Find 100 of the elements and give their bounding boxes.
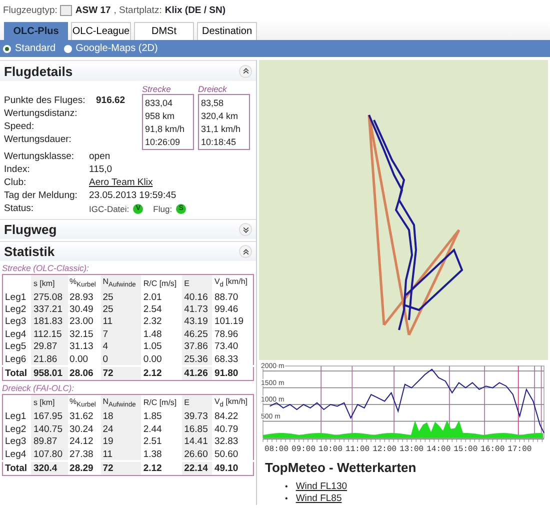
- column-heading: Dreieck: [198, 84, 227, 94]
- table-cell: 101.19: [212, 316, 254, 328]
- axis-label: 15:00: [454, 445, 478, 454]
- section-title: TopMeteo - Wetterkarten: [265, 460, 418, 475]
- table-cell: 320.4: [31, 461, 68, 476]
- table-cell: 29.87: [31, 340, 68, 353]
- table-cell: 46.25: [182, 328, 212, 341]
- column-heading: %$_{Kurbel}$: [68, 274, 101, 291]
- table-cell: 30.24: [68, 423, 101, 436]
- column-heading: R/C [m/s]: [141, 394, 182, 411]
- column-heading: V$_{d}$ [km/h]: [212, 274, 254, 291]
- section-title: Flugweg: [4, 222, 57, 237]
- section-header[interactable]: Flugweg: [0, 219, 256, 239]
- table-cell: 4: [100, 340, 142, 353]
- table-cell: 68.33: [212, 352, 254, 366]
- section-title: Flugdetails: [4, 64, 73, 78]
- table-cell: 14.41: [182, 436, 212, 448]
- row-label: Leg3: [2, 316, 32, 328]
- launch-site-label: , Startplatz:: [114, 4, 162, 16]
- field-label: Speed:: [4, 121, 36, 132]
- section-header[interactable]: Flugdetails: [0, 60, 256, 81]
- tab[interactable]: DMSt: [134, 22, 194, 40]
- table-cell: 78.96: [212, 328, 254, 341]
- table-cell: 28.93: [68, 291, 101, 304]
- table-cell: 19: [100, 436, 142, 448]
- table-cell: 2.01: [141, 291, 182, 304]
- axis-label: 10:00: [318, 445, 343, 454]
- tab[interactable]: OLC-Plus: [4, 22, 68, 40]
- table-cell: 18: [100, 410, 142, 424]
- status-label: Flug:: [153, 204, 172, 214]
- table-cell: 1.85: [141, 410, 182, 424]
- section-title: Statistik: [4, 244, 55, 259]
- table-cell: 37.86: [182, 340, 212, 353]
- table-cell: 72: [100, 461, 142, 476]
- axis-label: 11:00: [346, 445, 370, 454]
- table-cell: 24.12: [68, 436, 101, 448]
- aircraft-icon: [60, 4, 72, 16]
- table-cell: 337.21: [31, 303, 68, 316]
- column-heading: N$_{Aufwinde}$: [100, 274, 142, 291]
- table-cell: 89.87: [31, 436, 68, 448]
- row-label: Leg1: [2, 291, 32, 304]
- table-cell: 43.19: [182, 316, 212, 328]
- axis-label: 13:00: [400, 445, 424, 454]
- column-heading: V$_{d}$ [km/h]: [212, 394, 254, 411]
- table-cell: 88.70: [212, 291, 254, 304]
- tab[interactable]: Destination: [197, 22, 257, 40]
- table-cell: 31.13: [68, 340, 101, 353]
- table-cell: 22.14: [182, 461, 212, 476]
- table-cell: 112.15: [31, 328, 68, 341]
- score-value: 958 km: [145, 110, 175, 120]
- column-heading: R/C [m/s]: [141, 274, 182, 291]
- table-cell: 1.48: [141, 328, 182, 341]
- row-label: Leg4: [2, 448, 32, 462]
- table-cell: 167.95: [31, 410, 68, 424]
- score-value: 83,58: [201, 98, 224, 108]
- bullet: •: [285, 481, 288, 493]
- table-cell: 41.26: [182, 366, 212, 380]
- table-cell: 40.79: [212, 423, 254, 436]
- column-heading: E: [182, 394, 212, 411]
- table-cell: 30.49: [68, 303, 101, 316]
- bullet: •: [285, 493, 288, 505]
- table-cell: 181.83: [31, 316, 68, 328]
- map-mode-radio[interactable]: Google-Maps (2D): [64, 43, 158, 54]
- launch-site: Klix (DE / SN): [164, 4, 226, 16]
- table-cell: 72: [100, 366, 142, 380]
- table-cell: 275.08: [31, 291, 68, 304]
- row-label: Leg1: [2, 410, 32, 424]
- table-cell: 1.05: [141, 340, 182, 353]
- table-cell: 39.73: [182, 410, 212, 424]
- weather-map-link[interactable]: Wind FL85: [296, 493, 342, 505]
- row-label: Leg6: [2, 352, 32, 366]
- table-cell: 32.15: [68, 328, 101, 341]
- aircraft-type-label: Flugzeugtyp:: [3, 4, 58, 16]
- field-label: Club:: [4, 177, 28, 188]
- table-cell: 27.38: [68, 448, 101, 462]
- table-cell: 1.38: [141, 448, 182, 462]
- axis-label: 17:00: [508, 445, 532, 454]
- table-cell: 41.73: [182, 303, 212, 316]
- field-label: Tag der Meldung:: [4, 190, 78, 201]
- score-value: 10:26:09: [145, 136, 180, 146]
- axis-label: 08:00: [264, 445, 289, 454]
- column-heading: Strecke: [142, 84, 171, 94]
- field-label: Punkte des Fluges:: [4, 95, 86, 106]
- table-caption: Strecke (OLC-Classic):: [2, 263, 90, 274]
- section-header[interactable]: Statistik: [0, 241, 256, 261]
- table-cell: 0.00: [141, 352, 182, 366]
- table-cell: 31.62: [68, 410, 101, 424]
- table-cell: 73.40: [212, 340, 254, 353]
- table-cell: 2.32: [141, 316, 182, 328]
- column-heading: N$_{Aufwinde}$: [100, 394, 142, 411]
- table-cell: 23.00: [68, 316, 101, 328]
- club-link[interactable]: Aero Team Klix: [89, 177, 153, 188]
- weather-map-link[interactable]: Wind FL130: [296, 481, 348, 493]
- table-cell: 7: [100, 328, 142, 341]
- map-mode-radio[interactable]: Standard: [3, 43, 56, 54]
- tab[interactable]: OLC-League: [71, 22, 131, 40]
- row-label: Leg3: [2, 436, 32, 448]
- table-cell: 140.75: [31, 423, 68, 436]
- column-heading: %$_{Kurbel}$: [68, 394, 101, 411]
- table-cell: 32.83: [212, 436, 254, 448]
